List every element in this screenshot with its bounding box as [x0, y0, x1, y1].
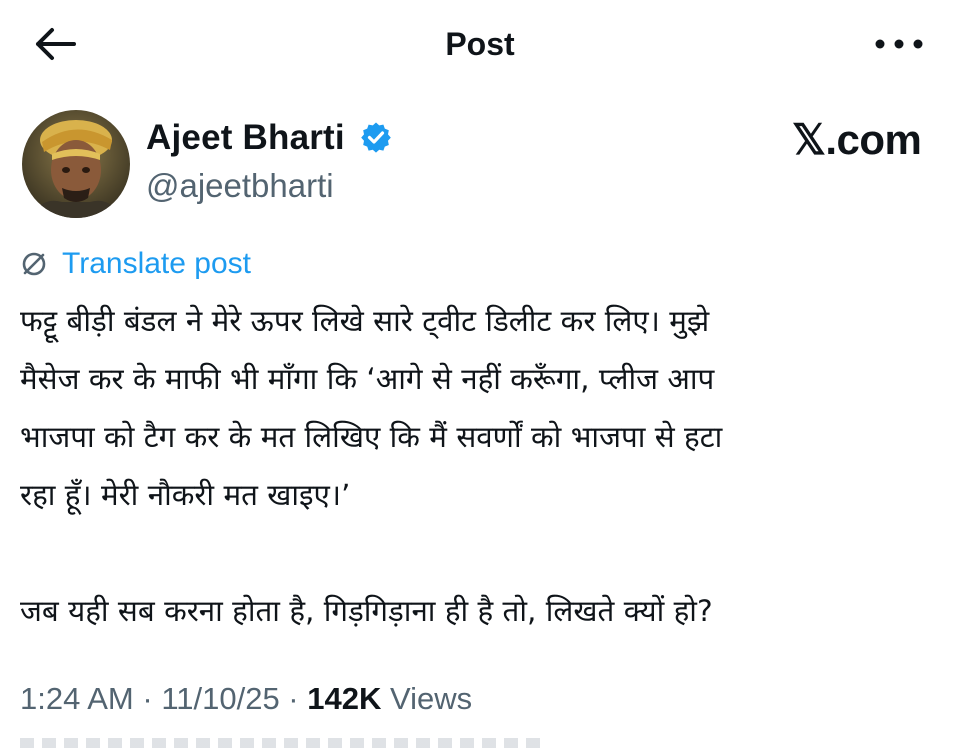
more-dots-icon: [875, 39, 923, 49]
translate-globe-icon: [22, 252, 46, 276]
post-text-line: फट्टू बीड़ी बंडल ने मेरे ऊपर लिखे सारे ट…: [20, 304, 710, 338]
page-title: Post: [445, 26, 515, 62]
post-text-line: भाजपा को टैग कर के मत लिखिए कि मैं सवर्ण…: [20, 420, 723, 454]
top-bar: Post: [0, 0, 960, 90]
avatar-image: [22, 110, 130, 218]
meta-separator: ·: [133, 681, 162, 716]
verified-badge-icon: [361, 122, 391, 153]
cutoff-next-row: [20, 738, 540, 748]
post-text-line: रहा हूँ। मेरी नौकरी मत खाइए।’: [20, 478, 351, 512]
post-meta: 1:24 AM · 11/10/25 · 142K Views: [20, 676, 472, 722]
post-text-line: मैसेज कर के माफी भी माँगा कि ‘आगे से नही…: [20, 362, 715, 396]
meta-separator: ·: [279, 681, 308, 716]
translate-post-label: Translate post: [62, 247, 251, 280]
brand-watermark: 𝕏.com: [792, 116, 922, 163]
author-handle[interactable]: @ajeetbharti: [146, 164, 334, 208]
post-text-line: जब यही सब करना होता है, गिड़गिड़ाना ही ह…: [20, 594, 713, 628]
post-text: फट्टू बीड़ी बंडल ने मेरे ऊपर लिखे सारे ट…: [20, 292, 950, 640]
avatar[interactable]: [22, 110, 130, 218]
views-count[interactable]: 142K: [307, 681, 381, 716]
post-page: Post Ajeet Bharti @ajeetbharti 𝕏.com Tra…: [0, 0, 960, 748]
post-date[interactable]: 11/10/25: [161, 681, 279, 716]
post-time[interactable]: 1:24 AM: [20, 681, 134, 716]
author-name[interactable]: Ajeet Bharti: [146, 116, 345, 160]
more-options-button[interactable]: [872, 30, 926, 58]
views-label: Views: [381, 681, 473, 716]
